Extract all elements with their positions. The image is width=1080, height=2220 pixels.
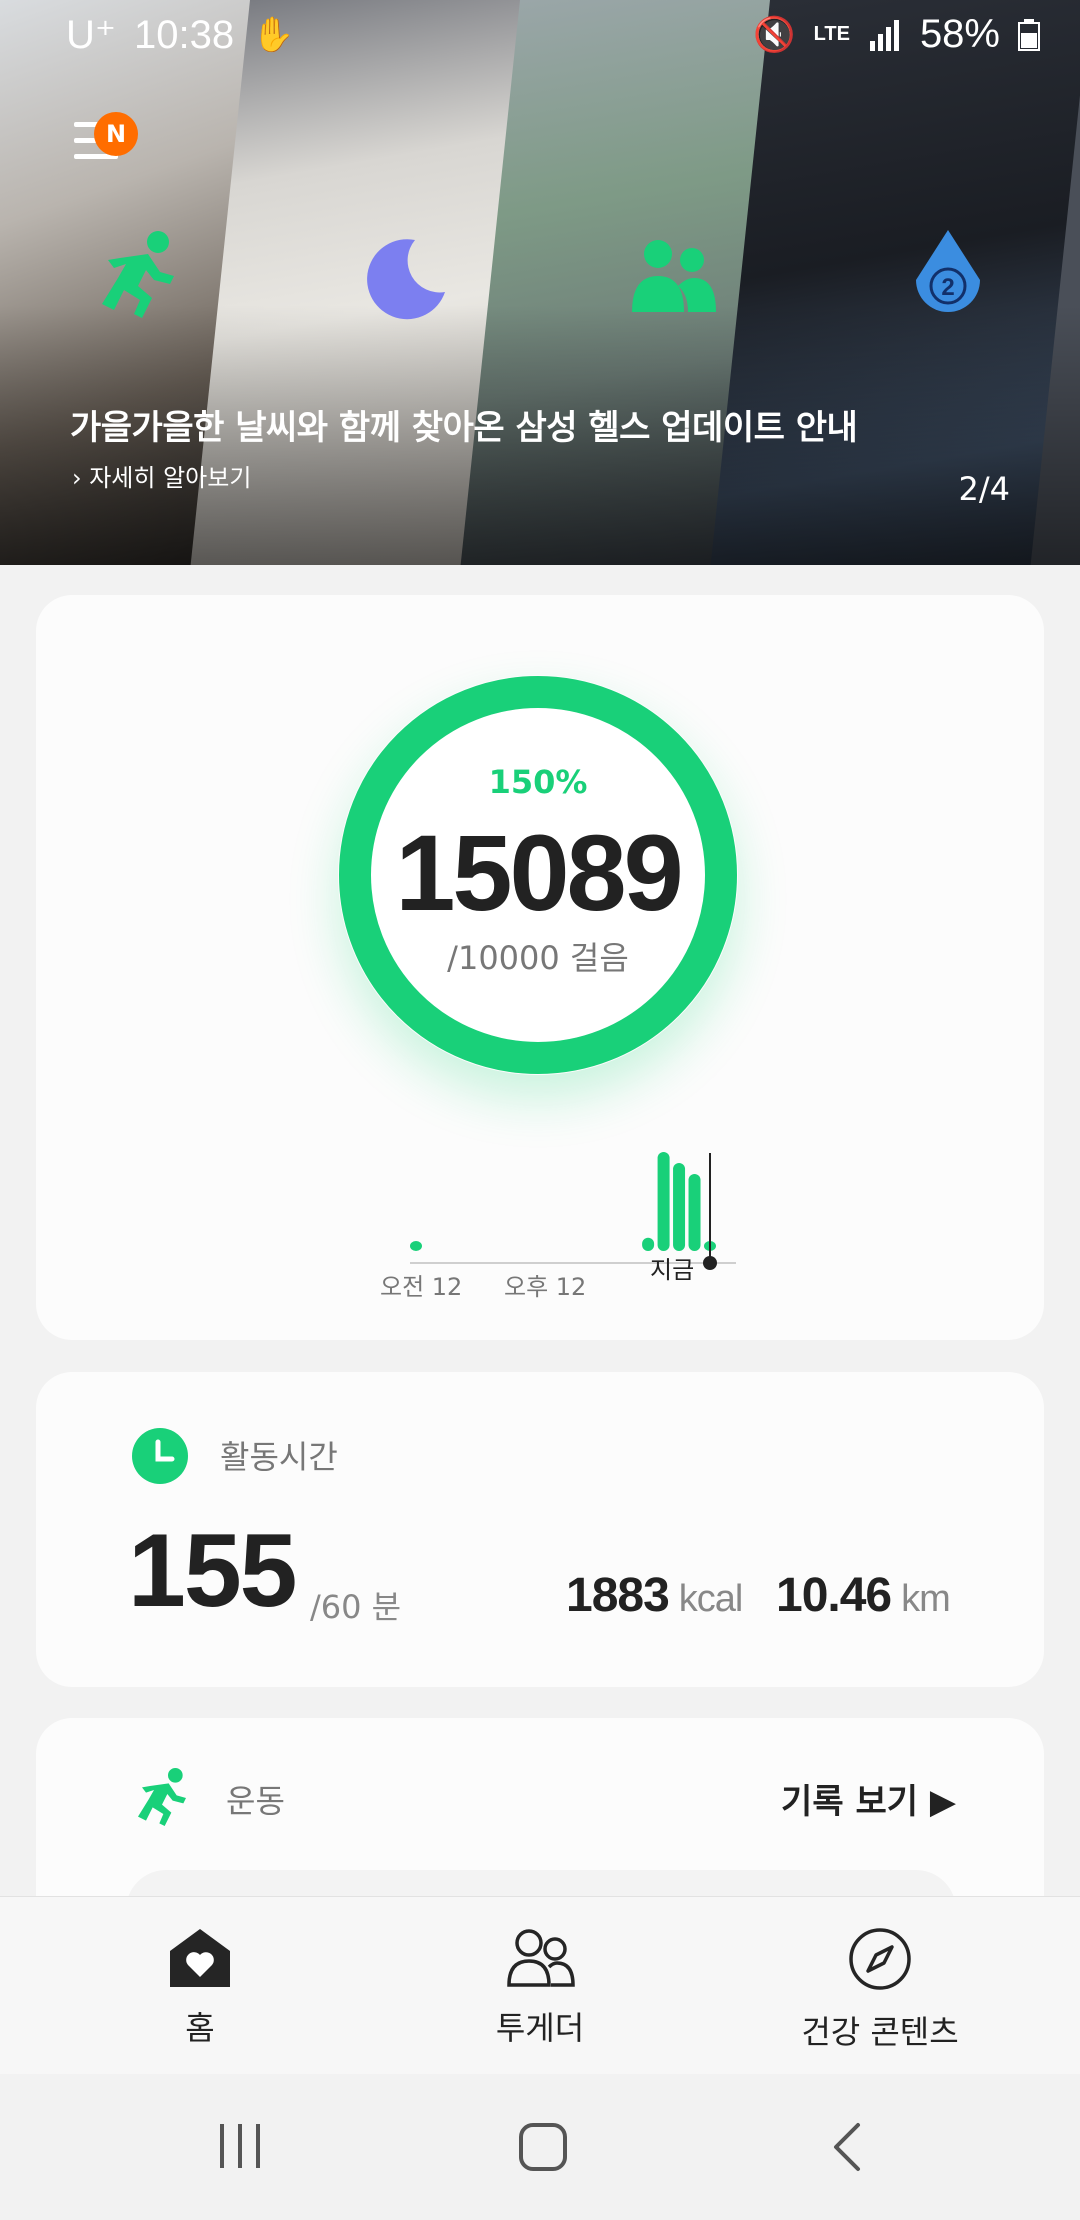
app-notification-icon: ✋: [252, 16, 295, 54]
calories-value: 1883: [566, 1569, 670, 1622]
active-time-card[interactable]: 활동시간 155 /60 분 1883 kcal 10.46 km: [36, 1372, 1044, 1687]
active-goal: /60 분: [310, 1588, 402, 1626]
calories-stat: 1883 kcal: [566, 1568, 744, 1623]
steps-count: 15089: [395, 812, 683, 933]
steps-ring: 150% 15089 /10000 걸음: [338, 675, 738, 1075]
hourly-bar-0: [410, 1241, 422, 1251]
distance-value: 10.46: [776, 1569, 892, 1622]
bottom-navigation: 홈 투게더 건강 콘텐츠: [0, 1896, 1080, 2075]
signal-icon: [869, 19, 899, 51]
home-button-icon[interactable]: [518, 2122, 568, 2172]
steps-card[interactable]: 150% 15089 /10000 걸음 오전 12 오후 12 지금: [36, 595, 1044, 1340]
compass-icon: [849, 1928, 911, 1990]
active-minutes: 155: [128, 1513, 298, 1629]
calories-unit: kcal: [678, 1578, 744, 1620]
together-icon: [632, 240, 716, 312]
status-bar: U⁺ 10:38 ✋ 🔇 LTE 58%: [0, 0, 1080, 72]
hourly-bar-4: [688, 1174, 701, 1251]
steps-goal: /10000 걸음: [447, 939, 629, 977]
hero-learn-more-link[interactable]: › 자세히 알아보기: [72, 458, 251, 493]
nav-health-content[interactable]: 건강 콘텐츠: [730, 1927, 1030, 2053]
running-icon: [138, 1768, 186, 1826]
moon-icon: [367, 239, 445, 320]
water-drop-icon: 2: [916, 230, 980, 312]
nav-home-label: 홈: [185, 2009, 215, 2047]
hourly-bar-2: [657, 1152, 670, 1251]
hero-page-indicator: 2/4: [958, 470, 1011, 508]
hero-title: 가을가을한 날씨와 함께 찾아온 삼성 헬스 업데이트 안내: [70, 408, 858, 448]
steps-percent: 150%: [488, 763, 588, 801]
nav-home[interactable]: 홈: [50, 1927, 350, 2049]
active-time-title: 활동시간: [220, 1438, 338, 1476]
now-marker-dot: [703, 1256, 717, 1270]
back-icon[interactable]: [832, 2122, 862, 2172]
new-badge: N: [94, 112, 138, 156]
mute-icon: 🔇: [753, 15, 796, 54]
recent-apps-icon[interactable]: [218, 2122, 264, 2170]
clock-time: 10:38: [134, 12, 235, 57]
running-icon: [102, 231, 174, 318]
clock-icon: [132, 1428, 188, 1484]
chart-label-am: 오전 12: [380, 1273, 463, 1301]
view-records-button[interactable]: 기록 보기 ▶: [781, 1774, 956, 1823]
chart-label-pm: 오후 12: [504, 1273, 587, 1301]
nav-together-label: 투게더: [495, 2009, 585, 2047]
distance-stat: 10.46 km: [776, 1568, 951, 1623]
home-heart-icon: [170, 1929, 230, 1987]
system-navigation-bar: [0, 2074, 1080, 2220]
nav-health-content-label: 건강 콘텐츠: [801, 2013, 959, 2051]
hourly-steps-chart: [410, 1152, 736, 1270]
exercise-title: 운동: [226, 1782, 285, 1820]
hero-banner[interactable]: U⁺ 10:38 ✋ 🔇 LTE 58% N 2 가을가을한 날씨와 함께 찾아…: [0, 0, 1080, 565]
chart-label-now: 지금: [650, 1256, 695, 1284]
battery-icon: [1018, 18, 1040, 51]
people-icon: [507, 1929, 575, 1987]
carrier-label: U⁺: [66, 13, 116, 57]
hourly-bar-3: [673, 1163, 686, 1251]
network-type: LTE: [813, 23, 850, 45]
battery-percent: 58%: [919, 12, 1000, 56]
water-count: 2: [941, 274, 954, 301]
nav-together[interactable]: 투게더: [390, 1927, 690, 2049]
distance-unit: km: [901, 1578, 951, 1620]
